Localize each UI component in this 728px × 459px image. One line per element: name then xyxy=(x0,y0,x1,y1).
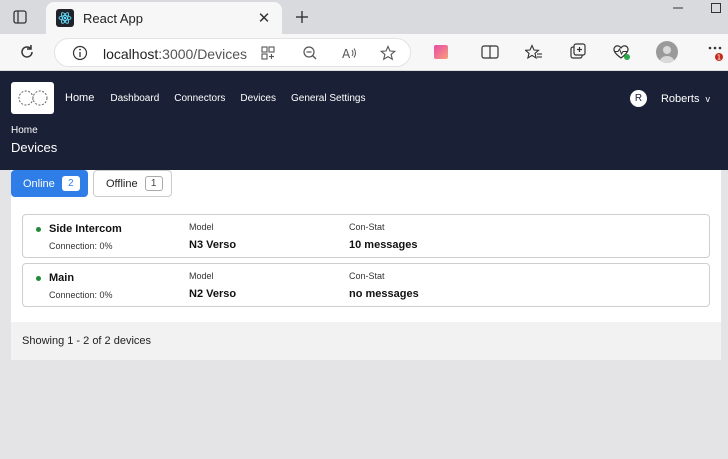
health-icon[interactable] xyxy=(611,41,633,63)
con-stat-value: no messages xyxy=(349,288,419,300)
device-connection: Connection: 0% xyxy=(49,241,113,251)
tab-online[interactable]: Online 2 xyxy=(11,170,88,197)
minimize-icon[interactable] xyxy=(672,0,684,16)
app-logo[interactable] xyxy=(11,82,54,114)
device-connection: Connection: 0% xyxy=(49,290,113,300)
browser-essentials-icon[interactable] xyxy=(567,41,589,63)
profile-icon[interactable] xyxy=(656,41,678,63)
apps-icon[interactable] xyxy=(257,42,279,64)
tab-offline-label: Offline xyxy=(106,177,138,190)
browser-tab[interactable]: React App ✕ xyxy=(46,2,282,34)
react-favicon-icon xyxy=(56,9,74,27)
new-tab-icon[interactable] xyxy=(290,6,314,28)
avatar xyxy=(656,41,678,63)
browser-toolbar: localhost:3000/Devices A 1 xyxy=(0,34,728,71)
nav-devices[interactable]: Devices xyxy=(240,93,276,104)
maximize-icon[interactable] xyxy=(710,0,722,16)
main-nav: Home Dashboard Connectors Devices Genera… xyxy=(65,92,380,104)
zoom-out-icon[interactable] xyxy=(299,42,321,64)
online-status-dot xyxy=(36,276,41,281)
tab-online-label: Online xyxy=(23,177,55,190)
nav-dashboard[interactable]: Dashboard xyxy=(110,93,159,104)
devices-panel: Online 2 Offline 1 Side Intercom Connect… xyxy=(11,170,721,322)
nav-general-settings[interactable]: General Settings xyxy=(291,93,366,104)
chevron-down-icon: v xyxy=(705,93,711,104)
con-stat-label: Con-Stat xyxy=(349,271,385,281)
tab-actions-icon[interactable] xyxy=(8,7,32,27)
url-text: localhost:3000/Devices xyxy=(103,46,247,62)
device-row[interactable]: Side Intercom Connection: 0% Model N3 Ve… xyxy=(22,214,710,258)
showing-count: Showing 1 - 2 of 2 devices xyxy=(22,335,152,347)
model-label: Model xyxy=(189,222,214,232)
tab-offline-count: 1 xyxy=(144,176,163,191)
refresh-icon[interactable] xyxy=(16,41,38,63)
user-name: Roberts xyxy=(660,92,700,105)
tab-offline[interactable]: Offline 1 xyxy=(93,170,172,197)
notification-badge: 1 xyxy=(717,54,721,62)
online-status-dot xyxy=(36,227,41,232)
model-value: N3 Verso xyxy=(189,239,237,251)
nav-connectors[interactable]: Connectors xyxy=(174,93,225,104)
model-label: Model xyxy=(189,271,214,281)
pagination-footer: Showing 1 - 2 of 2 devices xyxy=(11,322,721,360)
read-aloud-icon[interactable]: A xyxy=(338,42,360,64)
status-tabs: Online 2 Offline 1 xyxy=(11,170,172,197)
con-stat-value: 10 messages xyxy=(349,239,418,251)
address-bar[interactable]: localhost:3000/Devices A xyxy=(54,38,411,67)
user-menu[interactable]: R Roberts v xyxy=(629,90,711,107)
svg-text:A: A xyxy=(342,47,351,61)
app-header: Home Dashboard Connectors Devices Genera… xyxy=(0,71,728,170)
user-initial-badge: R xyxy=(629,90,647,107)
page-title: Devices xyxy=(11,140,58,155)
favorite-star-icon[interactable] xyxy=(377,42,399,64)
breadcrumb[interactable]: Home xyxy=(11,125,38,136)
model-value: N2 Verso xyxy=(189,288,237,300)
tab-title: React App xyxy=(83,10,143,26)
tab-online-count: 2 xyxy=(61,176,80,191)
device-name: Side Intercom xyxy=(49,223,122,235)
collections-icon[interactable] xyxy=(430,41,452,63)
favorites-icon[interactable] xyxy=(523,41,545,63)
split-screen-icon[interactable] xyxy=(479,41,501,63)
info-icon[interactable] xyxy=(69,42,91,64)
device-row[interactable]: Main Connection: 0% Model N2 Verso Con-S… xyxy=(22,263,710,307)
close-icon[interactable]: ✕ xyxy=(254,8,274,28)
device-name: Main xyxy=(49,272,75,284)
con-stat-label: Con-Stat xyxy=(349,222,385,232)
more-icon[interactable]: 1 xyxy=(704,41,726,63)
nav-home[interactable]: Home xyxy=(65,92,94,104)
browser-tab-strip: React App ✕ xyxy=(0,0,728,34)
